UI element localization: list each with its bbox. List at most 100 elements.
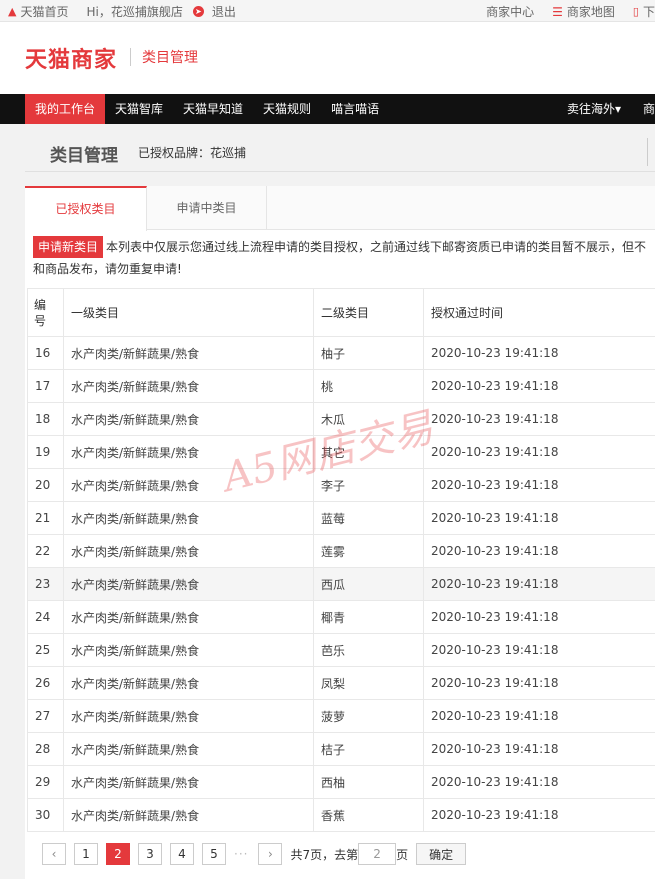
- nav-tmall-early-know[interactable]: 天猫早知道: [173, 94, 253, 124]
- list-icon: ☰: [552, 4, 563, 19]
- page-3-button[interactable]: 3: [138, 843, 162, 865]
- goto-page-input[interactable]: [358, 843, 397, 865]
- table-header-row: 编号 一级类目 二级类目 授权通过时间: [27, 288, 655, 337]
- cell-level1-category: 水产肉类/新鲜蔬果/熟食: [63, 765, 314, 799]
- tmall-home-link[interactable]: 天猫首页: [20, 3, 68, 20]
- col-header-level1: 一级类目: [63, 288, 314, 337]
- cell-index: 20: [27, 468, 64, 502]
- cell-index: 27: [27, 699, 64, 733]
- apply-new-category-button[interactable]: 申请新类目: [33, 236, 104, 258]
- cell-level1-category: 水产肉类/新鲜蔬果/熟食: [63, 732, 314, 766]
- cell-auth-time: 2020-10-23 19:41:18: [423, 501, 655, 535]
- cell-level1-category: 水产肉类/新鲜蔬果/熟食: [63, 435, 314, 469]
- cell-auth-time: 2020-10-23 19:41:18: [423, 600, 655, 634]
- cell-index: 28: [27, 732, 64, 766]
- tmall-merchant-logo[interactable]: 天猫商家: [25, 42, 117, 74]
- cell-level2-category: 其它: [313, 435, 424, 469]
- cell-index: 24: [27, 600, 64, 634]
- cell-level1-category: 水产肉类/新鲜蔬果/熟食: [63, 468, 314, 502]
- cell-level2-category: 香蕉: [313, 798, 424, 832]
- logout-icon: ➤: [192, 6, 204, 17]
- top-bar: ▲ 天猫首页 Hi，花巡捕旗舰店 ➤ 退出 商家中心 ☰ 商家地图 ▯ 下: [0, 0, 655, 22]
- header-title: 类目管理: [142, 50, 198, 66]
- tab-pending-categories[interactable]: 申请中类目: [147, 186, 267, 230]
- pagination: ‹ 1 2 3 4 5 ··· › 共7页，去第 页 确定: [42, 843, 467, 865]
- cell-level2-category: 椰青: [313, 600, 424, 634]
- cell-index: 17: [27, 369, 64, 403]
- cell-index: 23: [27, 567, 64, 601]
- cell-level1-category: 水产肉类/新鲜蔬果/熟食: [63, 369, 314, 403]
- cell-auth-time: 2020-10-23 19:41:18: [423, 666, 655, 700]
- cell-auth-time: 2020-10-23 19:41:18: [423, 699, 655, 733]
- pager-page-suffix: 页: [396, 847, 409, 862]
- cell-level1-category: 水产肉类/新鲜蔬果/熟食: [63, 699, 314, 733]
- cell-level2-category: 柚子: [313, 336, 424, 370]
- notice-text-line2: 和商品发布，请勿重复申请!: [33, 262, 182, 276]
- table-row: 21 水产肉类/新鲜蔬果/熟食 蓝莓 2020-10-23 19:41:18: [27, 501, 655, 535]
- cell-auth-time: 2020-10-23 19:41:18: [423, 435, 655, 469]
- pager-total-text: 共7页，去第: [290, 847, 359, 862]
- next-page-button[interactable]: ›: [258, 843, 283, 865]
- nav-my-workbench[interactable]: 我的工作台: [25, 94, 106, 124]
- table-row: 30 水产肉类/新鲜蔬果/熟食 香蕉 2020-10-23 19:41:18: [27, 798, 655, 832]
- nav-tmall-rules[interactable]: 天猫规则: [253, 94, 321, 124]
- cell-level1-category: 水产肉类/新鲜蔬果/熟食: [63, 534, 314, 568]
- cell-level2-category: 西柚: [313, 765, 424, 799]
- cell-level2-category: 西瓜: [313, 567, 424, 601]
- cell-level2-category: 凤梨: [313, 666, 424, 700]
- nav-more[interactable]: 商: [633, 94, 655, 124]
- cell-auth-time: 2020-10-23 19:41:18: [423, 732, 655, 766]
- page-2-button[interactable]: 2: [106, 843, 130, 865]
- page-title: 类目管理: [50, 146, 118, 166]
- cell-level2-category: 桃: [313, 369, 424, 403]
- merchant-map-link[interactable]: 商家地图: [567, 3, 615, 20]
- mobile-icon: ▯: [632, 5, 639, 18]
- cell-level1-category: 水产肉类/新鲜蔬果/熟食: [63, 402, 314, 436]
- category-table: 编号 一级类目 二级类目 授权通过时间 16 水产肉类/新鲜蔬果/熟食 柚子 2020…: [27, 288, 655, 832]
- nav-miao-talk[interactable]: 喵言喵语: [321, 94, 389, 124]
- home-icon: ▲: [8, 5, 17, 18]
- cell-level1-category: 水产肉类/新鲜蔬果/熟食: [63, 336, 314, 370]
- table-row: 16 水产肉类/新鲜蔬果/熟食 柚子 2020-10-23 19:41:18: [27, 336, 655, 370]
- table-row: 24 水产肉类/新鲜蔬果/熟食 椰青 2020-10-23 19:41:18: [27, 600, 655, 634]
- table-row: 28 水产肉类/新鲜蔬果/熟食 桔子 2020-10-23 19:41:18: [27, 732, 655, 766]
- cell-auth-time: 2020-10-23 19:41:18: [423, 765, 655, 799]
- download-link[interactable]: 下: [643, 3, 655, 20]
- table-row: 20 水产肉类/新鲜蔬果/熟食 李子 2020-10-23 19:41:18: [27, 468, 655, 502]
- cell-level1-category: 水产肉类/新鲜蔬果/熟食: [63, 666, 314, 700]
- table-row: 25 水产肉类/新鲜蔬果/熟食 芭乐 2020-10-23 19:41:18: [27, 633, 655, 667]
- cell-level1-category: 水产肉类/新鲜蔬果/熟食: [63, 567, 314, 601]
- greeting-text: Hi，花巡捕旗舰店: [86, 5, 183, 19]
- cell-level2-category: 莲雾: [313, 534, 424, 568]
- cell-auth-time: 2020-10-23 19:41:18: [423, 468, 655, 502]
- table-row: 22 水产肉类/新鲜蔬果/熟食 莲雾 2020-10-23 19:41:18: [27, 534, 655, 568]
- header: 天猫商家 类目管理: [0, 22, 655, 94]
- cell-index: 30: [27, 798, 64, 832]
- cell-level2-category: 菠萝: [313, 699, 424, 733]
- cell-index: 21: [27, 501, 64, 535]
- page-5-button[interactable]: 5: [202, 843, 226, 865]
- content-panel: 已授权类目 申请中类目 申请新类目 本列表中仅展示您通过线上流程申请的类目授权，之…: [25, 186, 655, 879]
- goto-page-confirm-button[interactable]: 确定: [416, 843, 467, 865]
- nav-tmall-think-tank[interactable]: 天猫智库: [105, 94, 173, 124]
- page-1-button[interactable]: 1: [74, 843, 98, 865]
- tab-authorized-categories[interactable]: 已授权类目: [25, 186, 147, 231]
- cell-level2-category: 桔子: [313, 732, 424, 766]
- cell-index: 25: [27, 633, 64, 667]
- page-header-divider: [647, 138, 648, 166]
- header-divider: [130, 48, 131, 66]
- col-header-auth-time: 授权通过时间: [423, 288, 655, 337]
- page-4-button[interactable]: 4: [170, 843, 194, 865]
- logout-link[interactable]: 退出: [212, 3, 236, 20]
- caret-down-icon: ▾: [614, 102, 621, 116]
- col-header-index: 编号: [27, 288, 64, 337]
- merchant-center-link[interactable]: 商家中心: [486, 3, 534, 20]
- cell-auth-time: 2020-10-23 19:41:18: [423, 369, 655, 403]
- cell-index: 18: [27, 402, 64, 436]
- authorized-brand: 已授权品牌：花巡捕: [138, 146, 247, 160]
- prev-page-button[interactable]: ‹: [42, 843, 66, 865]
- category-tabs: 已授权类目 申请中类目: [25, 186, 655, 231]
- cell-auth-time: 2020-10-23 19:41:18: [423, 798, 655, 832]
- cell-level1-category: 水产肉类/新鲜蔬果/熟食: [63, 798, 314, 832]
- nav-sell-overseas[interactable]: 卖往海外▾: [557, 94, 633, 124]
